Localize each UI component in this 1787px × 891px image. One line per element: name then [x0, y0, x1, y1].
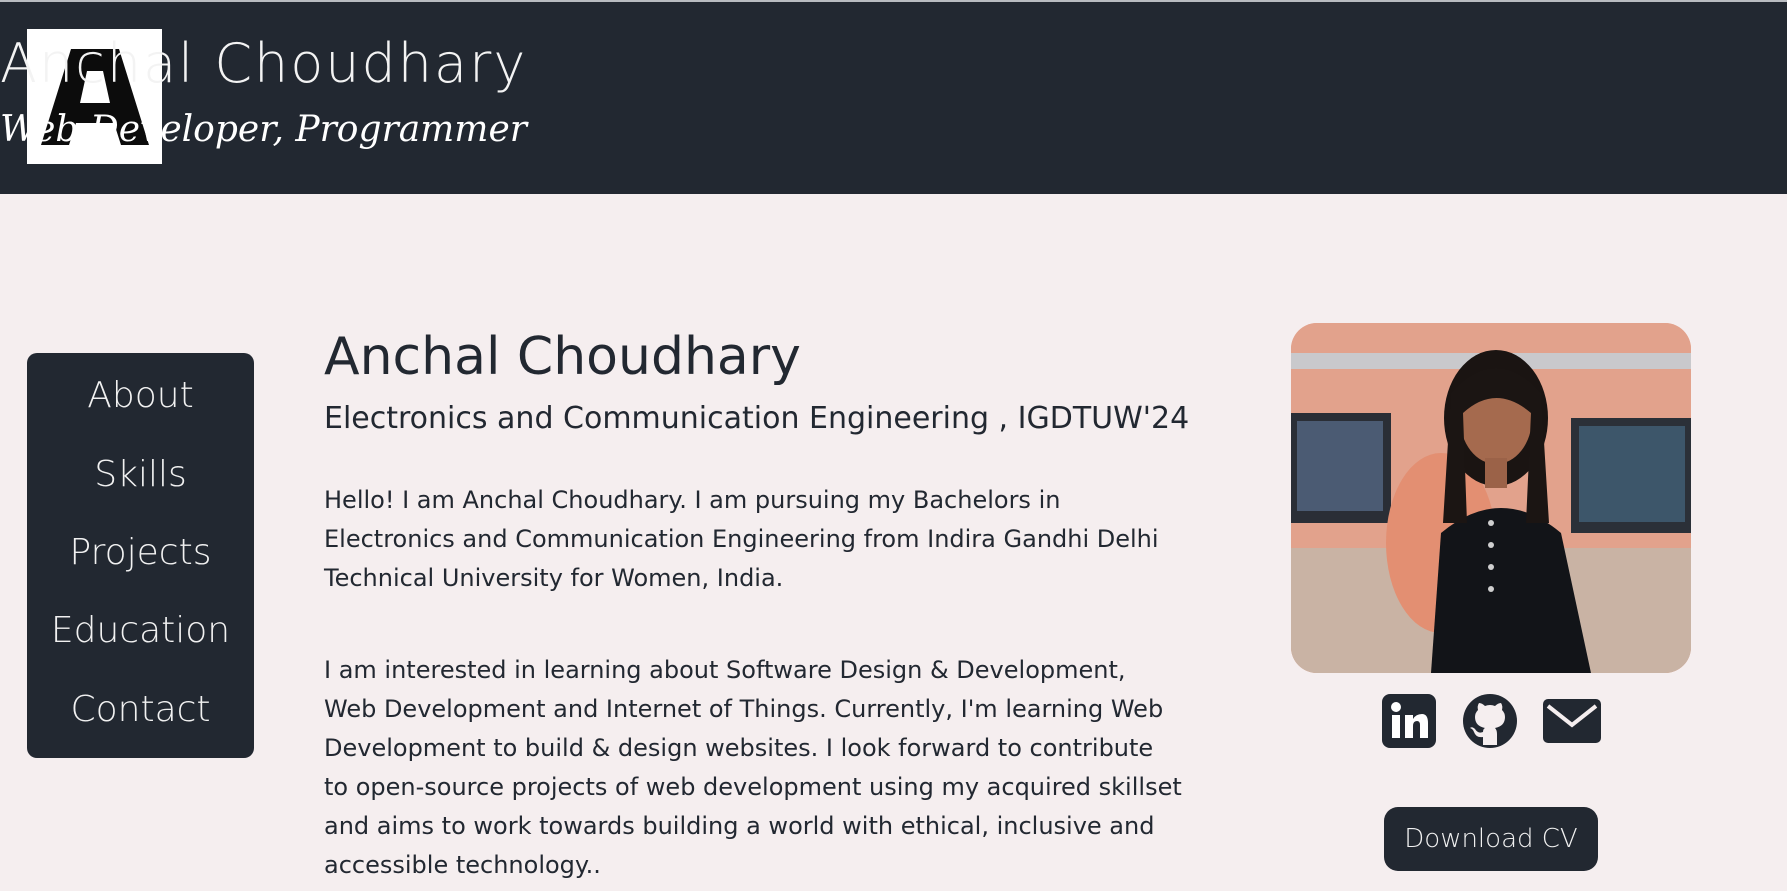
linkedin-link[interactable]: [1381, 693, 1437, 749]
about-degree: Electronics and Communication Engineerin…: [324, 401, 1190, 436]
nav-item-skills[interactable]: Skills: [27, 450, 254, 500]
nav-item-projects[interactable]: Projects: [27, 528, 254, 578]
github-icon: [1463, 694, 1517, 748]
nav-item-contact[interactable]: Contact: [27, 685, 254, 735]
about-intro-paragraph: Hello! I am Anchal Choudhary. I am pursu…: [324, 486, 1159, 592]
about-heading: Anchal Choudhary: [324, 327, 801, 387]
linkedin-icon: [1382, 694, 1436, 748]
nav-item-about[interactable]: About: [27, 371, 254, 421]
site-header: Anchal Choudhary Web Developer, Programm…: [0, 2, 1787, 194]
profile-photo: [1291, 323, 1691, 673]
mail-icon: [1543, 699, 1601, 743]
site-subtitle: Web Developer, Programmer: [0, 109, 527, 150]
github-link[interactable]: [1462, 693, 1518, 749]
nav-item-education[interactable]: Education: [27, 606, 254, 656]
download-cv-button[interactable]: Download CV: [1384, 807, 1598, 871]
profile-portrait-image: [1291, 323, 1691, 673]
sidebar-nav: About Skills Projects Education Contact: [27, 353, 254, 758]
email-link[interactable]: [1543, 693, 1601, 749]
about-interests-paragraph: I am interested in learning about Softwa…: [324, 656, 1182, 879]
site-title: Anchal Choudhary: [0, 32, 528, 95]
